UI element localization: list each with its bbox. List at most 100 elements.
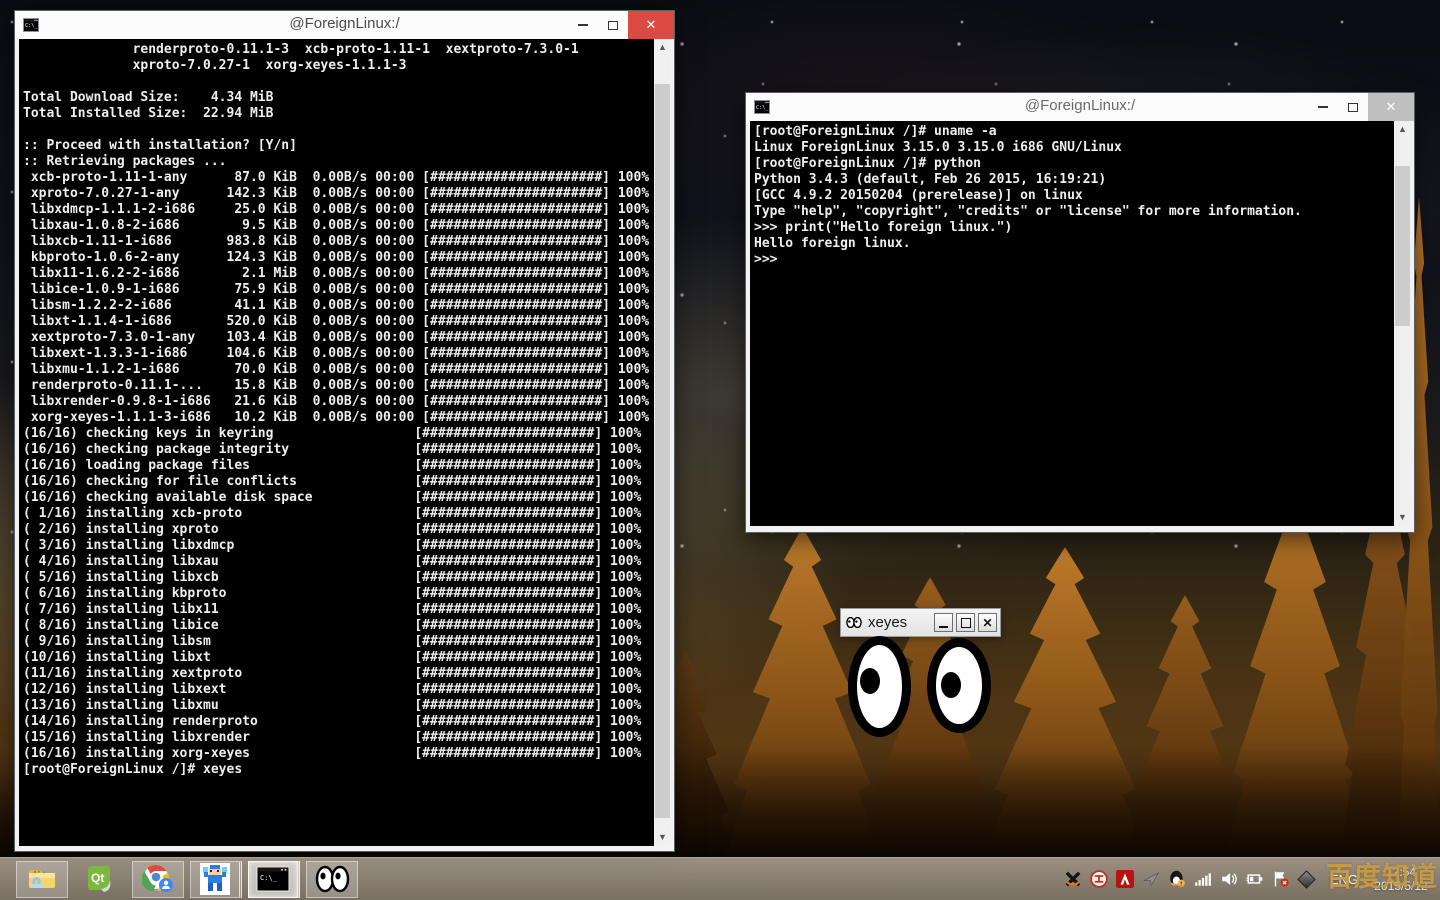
terminal-line: (10/16) installing libxt [##############… [23,650,653,666]
terminal-line: Linux ForeignLinux 3.15.0 3.15.0 i686 GN… [754,140,1393,156]
terminal-line: libxcb-1.11-1-i686 983.8 KiB 0.00B/s 00:… [23,234,653,250]
diamond-icon[interactable] [1296,868,1318,890]
xeyes-right-eye [927,638,991,733]
network-signal-icon[interactable] [1192,868,1214,890]
terminal-output-area: [root@ForeignLinux /]# uname -aLinux For… [750,121,1411,526]
titlebar[interactable]: C:\_ @ForeignLinux:/ ✕ [746,93,1414,121]
xeyes-left-pupil [860,668,880,694]
terminal-line: (16/16) checking keys in keyring [######… [23,426,653,442]
taskbar-megaman-button[interactable] [190,861,242,898]
terminal-line: ( 8/16) installing libice [#############… [23,618,653,634]
terminal-line: >>> print("Hello foreign linux.") [754,220,1393,236]
terminal-line: ( 2/16) installing xproto [#############… [23,522,653,538]
terminal-line: [GCC 4.9.2 20150204 (prerelease)] on lin… [754,188,1393,204]
terminal-line: (16/16) installing xorg-xeyes [#########… [23,746,653,762]
taskbar-command-prompt-button[interactable]: C:\_ [248,861,300,898]
adobe-icon[interactable] [1114,868,1136,890]
taskbar-file-explorer-button[interactable] [16,861,68,898]
scrollbar[interactable]: ▲ ▼ [654,39,671,846]
xeyes-maximize-button[interactable] [956,613,975,632]
battery-icon[interactable] [1244,868,1266,890]
terminal-line: renderproto-0.11.1-... 15.8 KiB 0.00B/s … [23,378,653,394]
scroll-down-icon[interactable]: ▼ [654,829,671,846]
minimize-button[interactable] [568,11,598,39]
terminal-line: libice-1.0.9-1-i686 75.9 KiB 0.00B/s 00:… [23,282,653,298]
svg-text:C:\_: C:\_ [260,874,278,882]
volume-icon[interactable] [1218,868,1240,890]
terminal-line: >>> [754,252,1393,268]
terminal-line: :: Retrieving packages ... [23,154,653,170]
terminal-line: libxau-1.0.8-2-i686 9.5 KiB 0.00B/s 00:0… [23,218,653,234]
terminal-window-main: C:\_ @ForeignLinux:/ ✕ renderproto-0.11.… [14,10,675,852]
terminal-line: (11/16) installing xextproto [##########… [23,666,653,682]
terminal-line [23,74,653,90]
terminal-line: xorg-xeyes-1.1.1-3-i686 10.2 KiB 0.00B/s… [23,410,653,426]
terminal-line: (16/16) checking for file conflicts [###… [23,474,653,490]
xeyes-right-pupil [941,672,961,698]
terminal-line: xproto-7.0.27-1-any 142.3 KiB 0.00B/s 00… [23,186,653,202]
scrollbar-thumb[interactable] [1395,166,1410,326]
clock-date: 2015/5/12 [1366,879,1436,893]
file-explorer-icon [27,866,57,892]
terminal-line: libx11-1.6.2-2-i686 2.1 MiB 0.00B/s 00:0… [23,266,653,282]
scroll-down-icon[interactable]: ▼ [1394,509,1411,526]
terminal-line: libxrender-0.9.8-1-i686 21.6 KiB 0.00B/s… [23,394,653,410]
icbc-icon[interactable] [1088,868,1110,890]
terminal-line: (15/16) installing libxrender [#########… [23,730,653,746]
terminal-line: (16/16) loading package files [#########… [23,458,653,474]
scroll-up-icon[interactable]: ▲ [654,39,671,56]
terminal-text: [root@ForeignLinux /]# uname -aLinux For… [754,124,1393,526]
terminal-line: libxmu-1.1.2-1-i686 70.0 KiB 0.00B/s 00:… [23,362,653,378]
xeyes-icon [846,617,862,628]
scrollbar[interactable]: ▲ ▼ [1394,121,1411,526]
terminal-line: [root@ForeignLinux /]# xeyes [23,762,653,778]
xeyes-left-eye [848,636,911,737]
xeyes-close-button[interactable]: ✕ [978,613,997,632]
terminal-line: (13/16) installing libxmu [#############… [23,698,653,714]
minimize-icon [1318,106,1328,108]
clock-time: 12:54 [1366,865,1436,879]
cmd-icon: C:\_ [256,864,290,894]
terminal-line: libxdmcp-1.1.1-2-i686 25.0 KiB 0.00B/s 0… [23,202,653,218]
xeyes-window-titlebar[interactable]: xeyes ✕ [840,608,1001,637]
qq-icon[interactable] [1166,868,1188,890]
terminal-line: Total Download Size: 4.34 MiB [23,90,653,106]
maximize-button[interactable] [598,11,628,39]
xeyes-minimize-button[interactable] [934,613,953,632]
terminal-line: libxext-1.3.3-1-i686 104.6 KiB 0.00B/s 0… [23,346,653,362]
taskbar: Qt [0,857,1440,900]
paper-plane-icon[interactable] [1140,868,1162,890]
terminal-line: ( 1/16) installing xcb-proto [##########… [23,506,653,522]
terminal-line: libsm-1.2.2-2-i686 41.1 KiB 0.00B/s 00:0… [23,298,653,314]
xming-icon[interactable] [1062,868,1084,890]
scroll-up-icon[interactable]: ▲ [1394,121,1411,138]
close-button[interactable]: ✕ [1368,93,1414,121]
xeyes-icon [314,865,350,893]
minimize-button[interactable] [1308,93,1338,121]
terminal-line: (14/16) installing renderproto [########… [23,714,653,730]
clock[interactable]: 12:54 2015/5/12 [1366,865,1436,893]
terminal-text: renderproto-0.11.1-3 xcb-proto-1.11-1 xe… [23,42,653,846]
terminal-line: renderproto-0.11.1-3 xcb-proto-1.11-1 xe… [23,42,653,58]
terminal-line: ( 4/16) installing libxau [#############… [23,554,653,570]
terminal-line: kbproto-1.0.6-2-any 124.3 KiB 0.00B/s 00… [23,250,653,266]
taskbar-chrome-button[interactable] [132,861,184,898]
language-indicator[interactable]: ENG [1330,872,1358,887]
terminal-line [23,122,653,138]
chrome-icon [142,864,174,894]
titlebar[interactable]: C:\_ @ForeignLinux:/ ✕ [15,11,674,39]
terminal-line: libxt-1.1.4-1-i686 520.0 KiB 0.00B/s 00:… [23,314,653,330]
maximize-button[interactable] [1338,93,1368,121]
action-center-flag-icon[interactable] [1270,868,1292,890]
megaman-icon [200,863,230,895]
terminal-line: [root@ForeignLinux /]# python [754,156,1393,172]
terminal-line: xproto-7.0.27-1 xorg-xeyes-1.1.1-3 [23,58,653,74]
taskbar-xeyes-button[interactable] [306,861,358,898]
close-icon: ✕ [982,617,992,629]
terminal-window-secondary: C:\_ @ForeignLinux:/ ✕ [root@ForeignLinu… [745,92,1415,533]
terminal-line: Hello foreign linux. [754,236,1393,252]
scrollbar-thumb[interactable] [655,84,670,818]
taskbar-qt-creator-button[interactable]: Qt [74,861,126,898]
close-button[interactable]: ✕ [628,11,674,39]
terminal-line: :: Proceed with installation? [Y/n] [23,138,653,154]
